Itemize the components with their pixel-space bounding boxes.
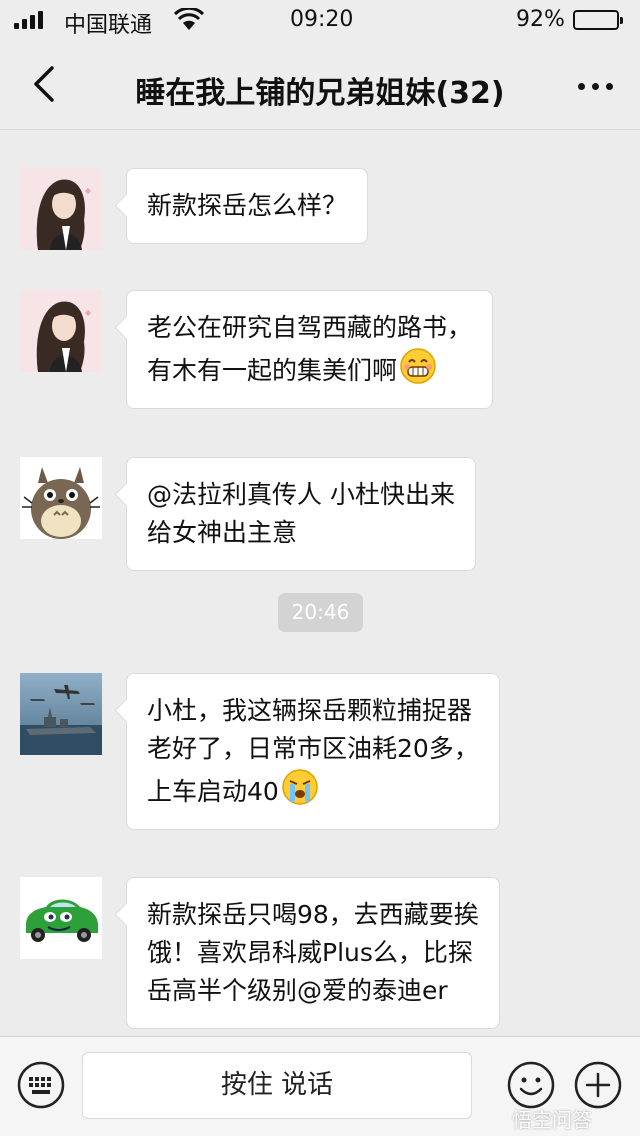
warship-avatar[interactable] [20, 673, 102, 755]
smiley-icon[interactable] [507, 1061, 555, 1109]
message-text: @法拉利真传人 小杜快出来 给女神出主意 [147, 480, 455, 547]
plus-icon[interactable] [574, 1061, 622, 1109]
message-bubble[interactable]: @法拉利真传人 小杜快出来 给女神出主意 [126, 457, 476, 571]
signal-icon [14, 11, 43, 29]
message-text: 新款探岳怎么样？ [147, 191, 348, 220]
nav-bar: 睡在我上铺的兄弟姐妹(32) [0, 40, 640, 130]
timestamp-divider: 20:46 [278, 593, 363, 632]
carrier-name: 中国联通 [64, 13, 153, 38]
status-bar: 中国联通 09:20 92% [0, 0, 640, 40]
message-bubble[interactable]: 老公在研究自驾西藏的路书， 有木有一起的集美们啊 [126, 290, 494, 409]
grin-emoji-icon [399, 347, 437, 385]
message-bubble[interactable]: 新款探岳怎么样？ [126, 168, 369, 244]
wifi-icon [173, 6, 205, 38]
more-dots-icon[interactable] [570, 68, 620, 104]
watermark: 悟空问答 [512, 1108, 592, 1132]
message-text: 新款探岳只喝98，去西藏要挨 饿！喜欢昂科威Plus么，比探 岳高半个级别@爱的… [147, 900, 479, 1005]
green-car-avatar[interactable] [20, 877, 102, 959]
girl-avatar[interactable] [20, 168, 102, 250]
chat-title: 睡在我上铺的兄弟姐妹(32) [135, 76, 505, 111]
girl-avatar[interactable] [20, 290, 102, 372]
battery-icon [573, 10, 623, 30]
chevron-left-icon[interactable] [24, 62, 68, 106]
hold-to-talk-button[interactable]: 按住 说话 [82, 1052, 472, 1119]
message-bubble[interactable]: 新款探岳只喝98，去西藏要挨 饿！喜欢昂科威Plus么，比探 岳高半个级别@爱的… [126, 877, 500, 1029]
cry-emoji-icon [281, 768, 319, 806]
status-time: 09:20 [290, 7, 354, 32]
totoro-avatar[interactable] [20, 457, 102, 539]
battery-percent: 92% [516, 7, 565, 32]
keyboard-icon[interactable] [17, 1061, 65, 1109]
message-bubble[interactable]: 小杜，我这辆探岳颗粒捕捉器 老好了，日常市区油耗20多， 上车启动40 [126, 673, 500, 830]
